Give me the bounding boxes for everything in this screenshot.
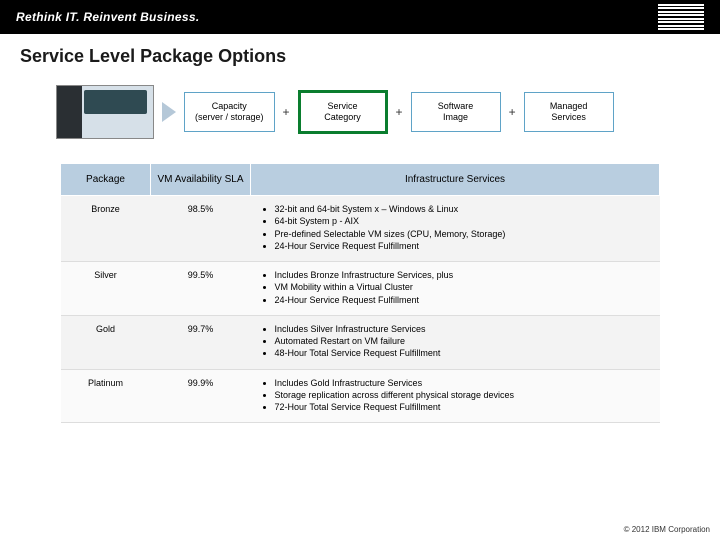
cell-services: Includes Gold Infrastructure ServicesSto… <box>251 369 660 423</box>
cell-package: Gold <box>61 315 151 369</box>
cell-services: 32-bit and 64-bit System x – Windows & L… <box>251 196 660 262</box>
page-title: Service Level Package Options <box>20 46 700 67</box>
copyright: © 2012 IBM Corporation <box>624 525 710 534</box>
th-sla: VM Availability SLA <box>151 164 251 196</box>
table-row: Platinum99.9%Includes Gold Infrastructur… <box>61 369 660 423</box>
plus-icon: + <box>509 105 516 119</box>
table-row: Silver99.5% Includes Bronze Infrastructur… <box>61 262 660 316</box>
service-item: 24-Hour Service Request Fulfillment <box>275 241 650 252</box>
flow-box-label: Service <box>328 101 358 111</box>
table-row: Gold99.7%Includes Silver Infrastructure … <box>61 315 660 369</box>
service-item: Pre-defined Selectable VM sizes (CPU, Me… <box>275 229 650 240</box>
flow-box-sub: Image <box>443 112 468 122</box>
table-header-row: Package VM Availability SLA Infrastructu… <box>61 164 660 196</box>
cell-services: Includes Silver Infrastructure ServicesA… <box>251 315 660 369</box>
flow-box-managed-services: Managed Services <box>524 92 614 133</box>
top-bar: Rethink IT. Reinvent Business. <box>0 0 720 34</box>
flow-box-label: Capacity <box>212 101 247 111</box>
cell-package: Bronze <box>61 196 151 262</box>
plus-icon: + <box>396 105 403 119</box>
service-item: Includes Silver Infrastructure Services <box>275 324 650 335</box>
cell-package: Platinum <box>61 369 151 423</box>
table-body: Bronze98.5% 32-bit and 64-bit System x – … <box>61 196 660 423</box>
flow-box-label: Managed <box>550 101 588 111</box>
cell-sla: 98.5% <box>151 196 251 262</box>
cell-sla: 99.5% <box>151 262 251 316</box>
screenshot-thumbnail <box>56 85 154 139</box>
service-item: 72-Hour Total Service Request Fulfillmen… <box>275 402 650 413</box>
flow-box-service-category: Service Category <box>298 90 388 135</box>
flow-box-capacity: Capacity (server / storage) <box>184 92 275 133</box>
cell-sla: 99.9% <box>151 369 251 423</box>
arrow-icon <box>162 102 176 122</box>
cell-services: Includes Bronze Infrastructure Services,… <box>251 262 660 316</box>
service-item: Automated Restart on VM failure <box>275 336 650 347</box>
flow-box-software-image: Software Image <box>411 92 501 133</box>
table-row: Bronze98.5% 32-bit and 64-bit System x – … <box>61 196 660 262</box>
flow-row: Capacity (server / storage) + Service Ca… <box>20 85 700 139</box>
service-item: 48-Hour Total Service Request Fulfillmen… <box>275 348 650 359</box>
service-item: Includes Gold Infrastructure Services <box>275 378 650 389</box>
service-item: Includes Bronze Infrastructure Services,… <box>275 270 650 281</box>
service-item: Storage replication across different phy… <box>275 390 650 401</box>
cell-sla: 99.7% <box>151 315 251 369</box>
flow-box-sub: (server / storage) <box>195 112 264 122</box>
ibm-logo-icon <box>658 4 704 31</box>
package-table: Package VM Availability SLA Infrastructu… <box>60 163 660 423</box>
slide-content: Service Level Package Options Capacity (… <box>0 34 720 423</box>
tagline: Rethink IT. Reinvent Business. <box>16 10 199 24</box>
service-item: VM Mobility within a Virtual Cluster <box>275 282 650 293</box>
service-item: 24-Hour Service Request Fulfillment <box>275 295 650 306</box>
flow-box-sub: Category <box>324 112 361 122</box>
th-package: Package <box>61 164 151 196</box>
service-item: 32-bit and 64-bit System x – Windows & L… <box>275 204 650 215</box>
flow-box-label: Software <box>438 101 474 111</box>
plus-icon: + <box>283 105 290 119</box>
flow-box-sub: Services <box>551 112 586 122</box>
th-services: Infrastructure Services <box>251 164 660 196</box>
service-item: 64-bit System p - AIX <box>275 216 650 227</box>
cell-package: Silver <box>61 262 151 316</box>
